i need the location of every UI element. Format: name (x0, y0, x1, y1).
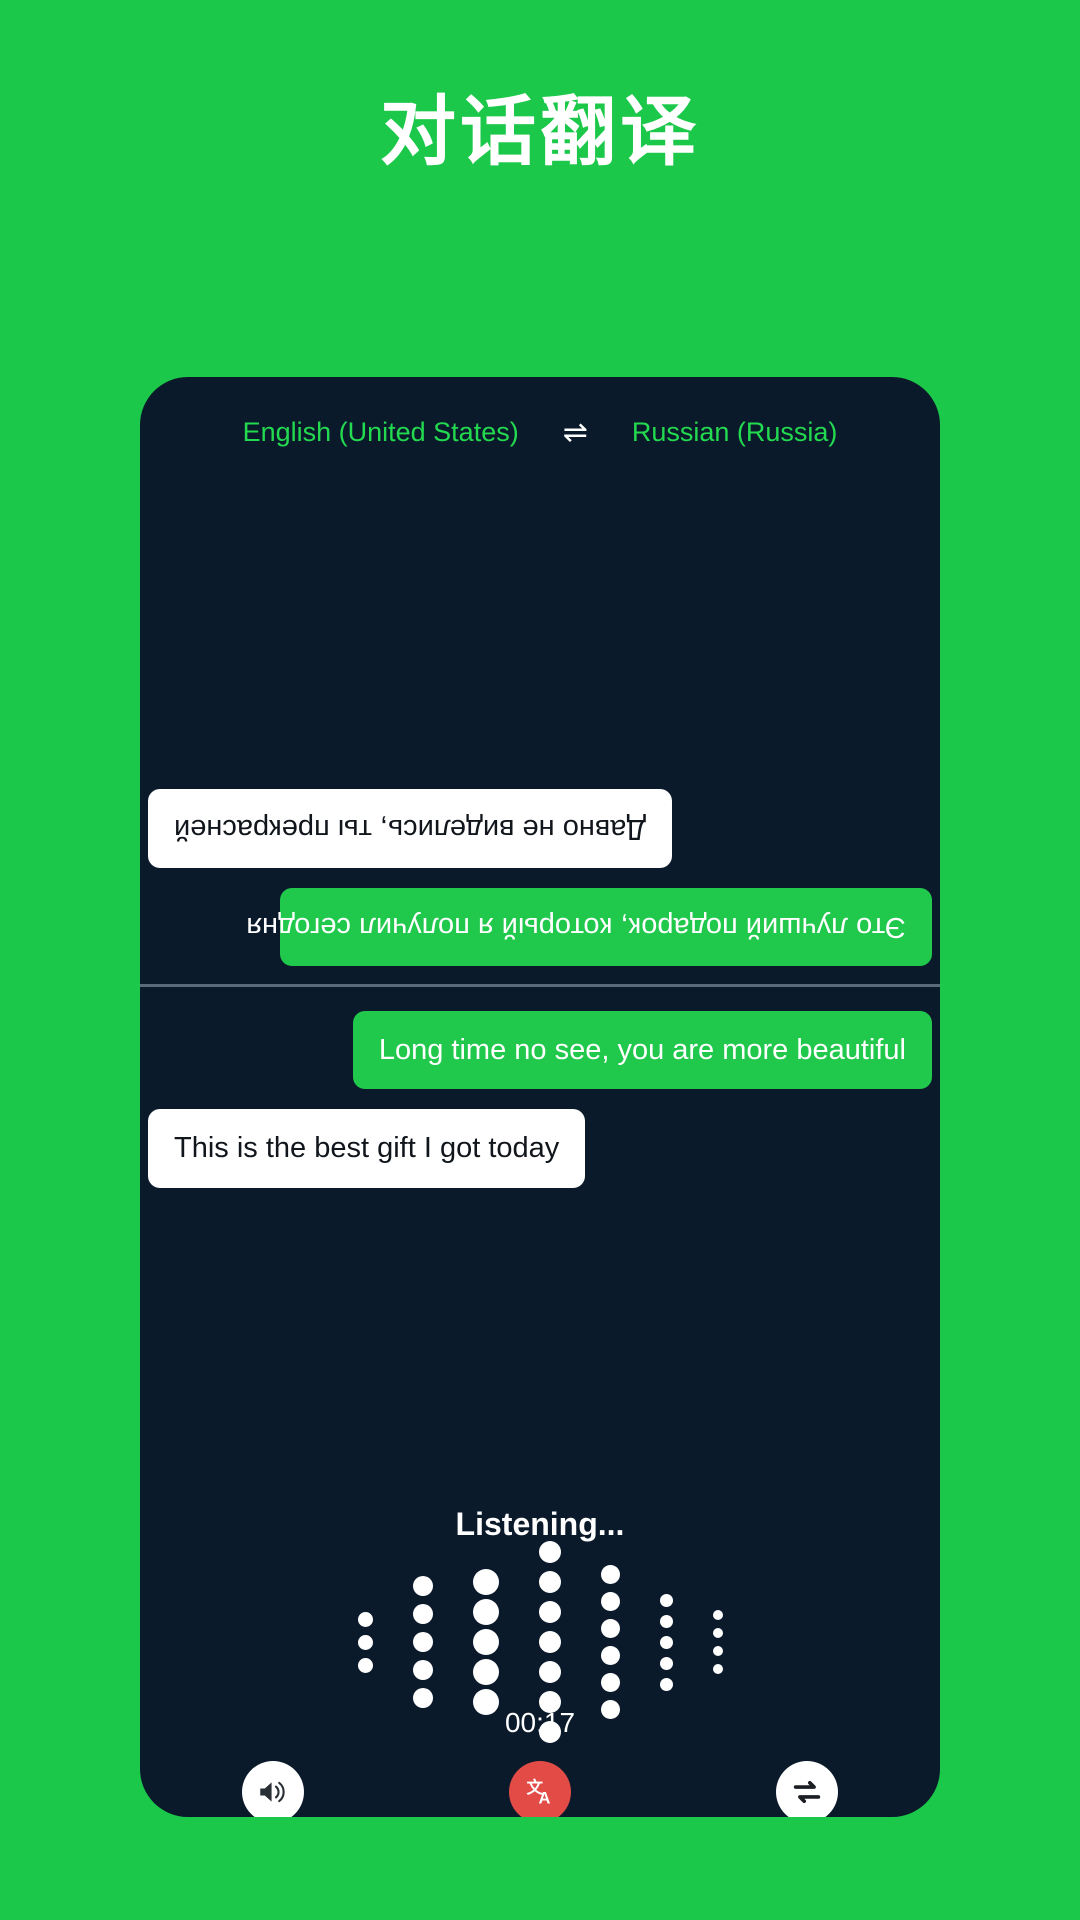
message-row: Это лучший подарок, который я получил се… (140, 887, 940, 966)
page-title: 对话翻译 (380, 87, 700, 176)
control-bar: Speaker is on 文 A Quit Toggle (140, 1761, 940, 1817)
pane-divider (140, 984, 940, 987)
toggle-button[interactable]: Toggle (692, 1761, 922, 1817)
waveform-dot (538, 1571, 561, 1593)
waveform-dot (538, 1541, 561, 1563)
waveform-dot (659, 1677, 673, 1691)
target-language-label[interactable]: Russian (Russia) (632, 417, 838, 448)
waveform-dot (357, 1634, 373, 1650)
waveform-dot (712, 1628, 723, 1638)
conversation-pane-top: Это лучший подарок, который я получил се… (140, 467, 940, 984)
message-bubble[interactable]: This is the best gift I got today (148, 1109, 586, 1188)
waveform-dot (412, 1660, 433, 1680)
waveform-dot (357, 1657, 373, 1673)
waveform-dot (712, 1610, 723, 1620)
waveform-dot (600, 1592, 620, 1611)
waveform-dot (472, 1599, 499, 1625)
message-row: This is the best gift I got today (140, 1109, 940, 1188)
waveform-dot (712, 1646, 723, 1656)
speaker-button[interactable]: Speaker is on (158, 1761, 388, 1817)
waveform-dot (412, 1576, 433, 1596)
waveform-dot (600, 1619, 620, 1638)
recording-timer: 00:17 (504, 1707, 576, 1738)
conversation-pane-bottom: Long time no see, you are more beautiful… (140, 989, 940, 1319)
source-language-label[interactable]: English (United States) (243, 417, 519, 448)
waveform-dot (472, 1659, 499, 1685)
waveform-dot (659, 1635, 673, 1649)
waveform-dot (412, 1632, 433, 1652)
message-row: Давно не виделись, ты прекрасней (140, 789, 940, 868)
swap-languages-icon[interactable]: ⇌ (563, 417, 588, 448)
swap-arrows-icon (775, 1761, 838, 1817)
waveform-dot (412, 1688, 433, 1708)
waveform-column (412, 1572, 433, 1712)
speaker-icon (242, 1761, 305, 1817)
waveform-dot (659, 1614, 673, 1628)
waveform-dot (659, 1656, 673, 1670)
waveform-dot (659, 1593, 673, 1607)
message-bubble[interactable]: Давно не виделись, ты прекрасней (148, 789, 673, 868)
waveform-column (472, 1567, 499, 1717)
phone-card: English (United States) ⇌ Russian (Russi… (140, 377, 940, 1817)
waveform-column (712, 1606, 723, 1678)
waveform-dot (600, 1565, 620, 1584)
waveform-dot (538, 1601, 561, 1623)
message-bubble[interactable]: Long time no see, you are more beautiful (352, 1011, 932, 1090)
waveform-dot (472, 1629, 499, 1655)
waveform-dot (600, 1673, 620, 1692)
message-row: Long time no see, you are more beautiful (140, 1011, 940, 1090)
translate-icon: 文 A (508, 1761, 571, 1817)
message-bubble[interactable]: Это лучший подарок, который я получил се… (246, 887, 932, 966)
waveform-dot (538, 1631, 561, 1653)
waveform-dot (472, 1569, 499, 1595)
waveform-dot (712, 1664, 723, 1674)
waveform-dot (357, 1611, 373, 1627)
waveform-column (659, 1590, 673, 1695)
waveform-column (600, 1561, 620, 1723)
audio-waveform (140, 1541, 940, 1743)
waveform-column (357, 1608, 373, 1677)
quit-button[interactable]: 文 A Quit (425, 1761, 655, 1817)
waveform-dot (412, 1604, 433, 1624)
waveform-dot (538, 1661, 561, 1683)
svg-text:A: A (538, 1789, 550, 1807)
waveform-dot (600, 1646, 620, 1665)
language-bar: English (United States) ⇌ Russian (Russi… (140, 417, 940, 448)
